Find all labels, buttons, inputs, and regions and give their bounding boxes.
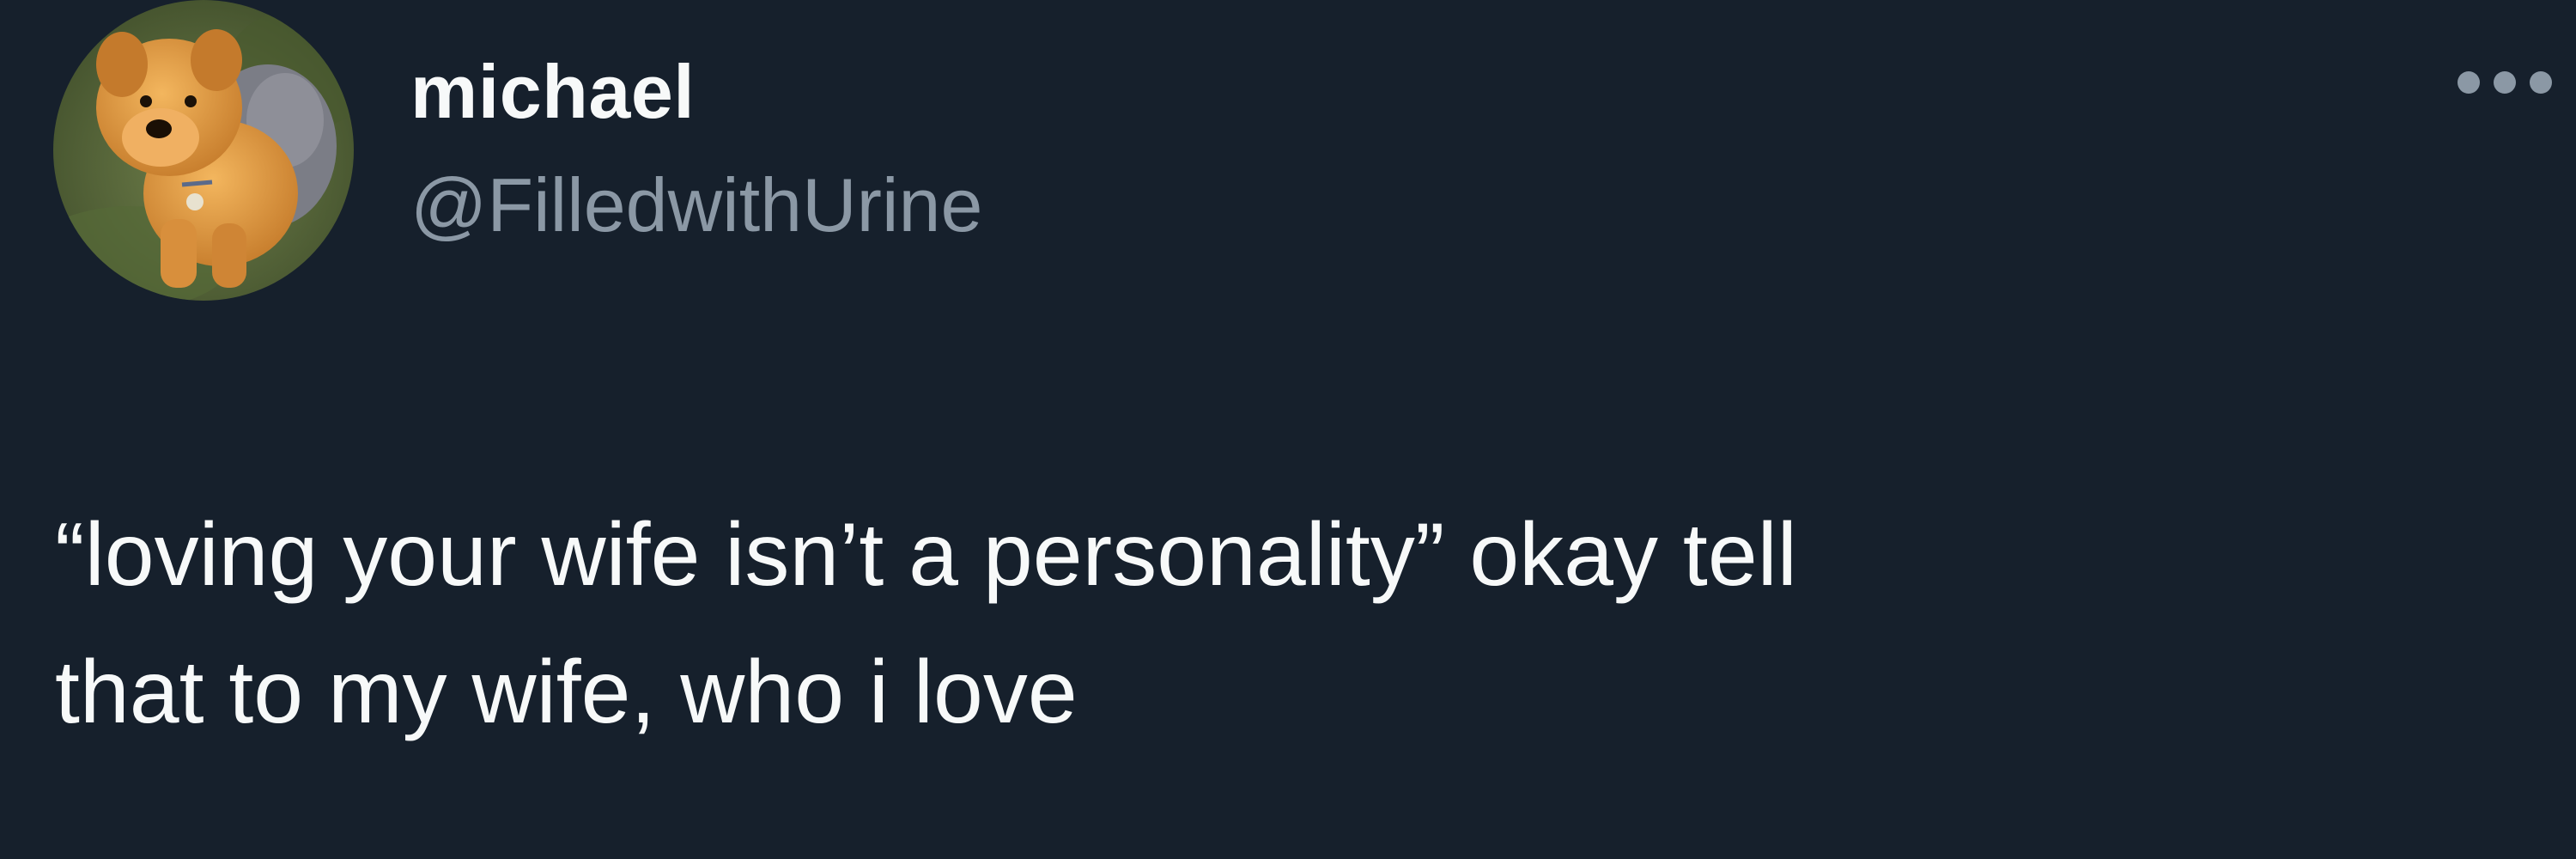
author-handle[interactable]: @FilledwithUrine — [410, 161, 982, 249]
plush-dog-avatar-icon — [53, 0, 354, 301]
more-options-icon-dot — [2494, 71, 2516, 94]
tweet-text: “loving your wife isn’t a personality” o… — [55, 505, 1797, 742]
author-display-name[interactable]: michael — [410, 48, 695, 136]
avatar[interactable] — [53, 0, 354, 301]
more-options-button[interactable] — [2458, 64, 2552, 101]
tweet-card: michael @FilledwithUrine “loving your wi… — [0, 0, 2576, 859]
more-options-icon — [2458, 71, 2480, 94]
more-options-icon-dot — [2530, 71, 2552, 94]
